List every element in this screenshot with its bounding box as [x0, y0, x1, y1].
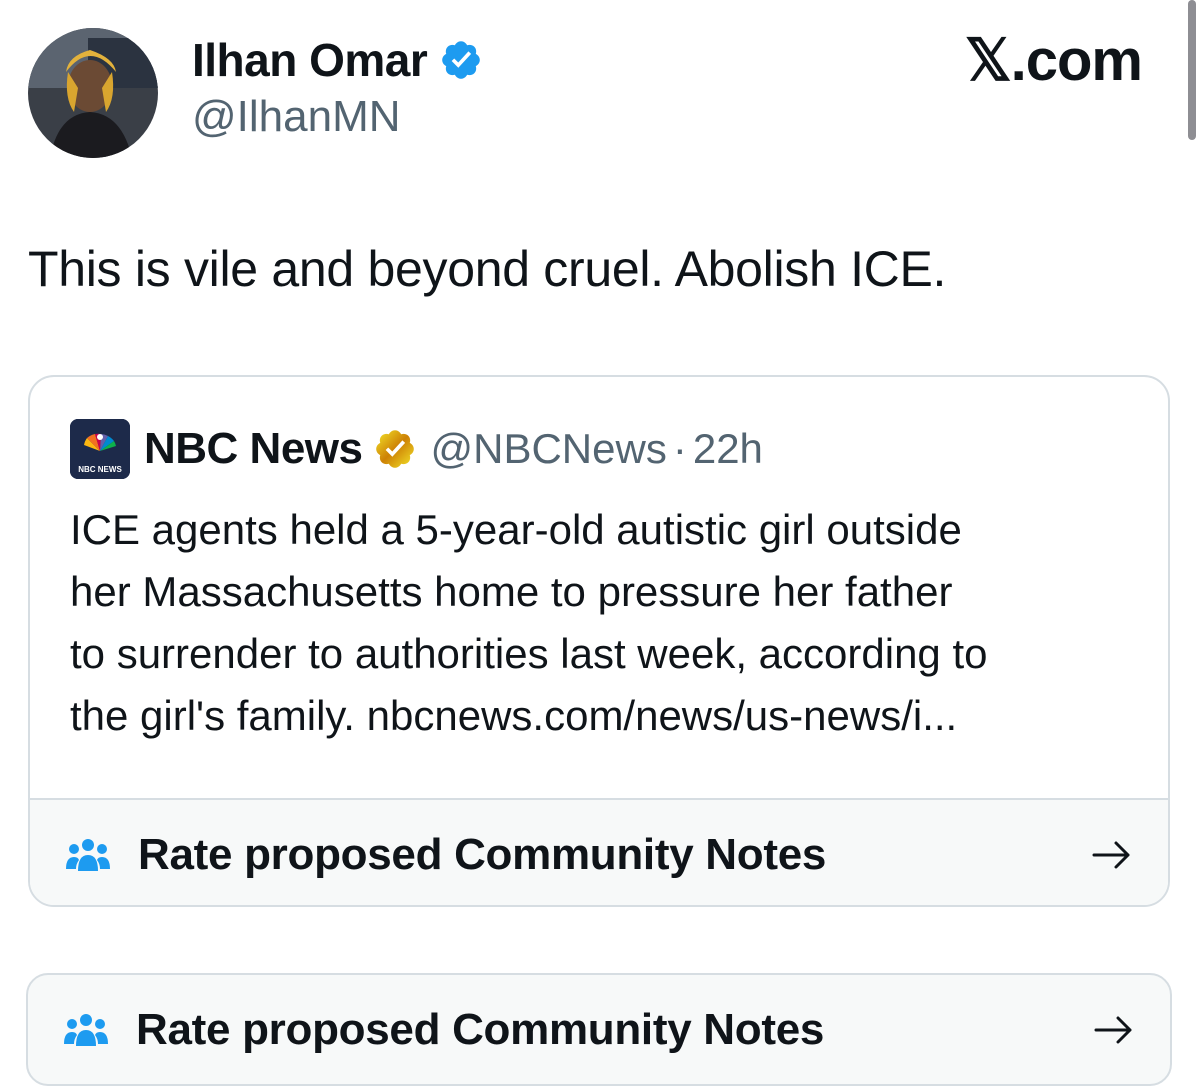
people-icon — [66, 837, 110, 873]
author-avatar[interactable] — [28, 28, 158, 158]
quoted-tweet-line: ICE agents held a 5-year-old autistic gi… — [70, 506, 962, 553]
quoted-tweet-line: her Massachusetts home to pressure her f… — [70, 568, 953, 615]
quoted-tweet-header: NBC NEWS NBC News @NBCNews · 22h — [70, 419, 763, 479]
nbc-logo-icon[interactable]: NBC NEWS — [70, 419, 130, 479]
quoted-community-notes-button[interactable]: Rate proposed Community Notes — [30, 798, 1168, 905]
quoted-tweet-handle[interactable]: @NBCNews — [431, 425, 667, 473]
quoted-tweet-source-name[interactable]: NBC News — [144, 424, 363, 474]
quoted-tweet-timestamp[interactable]: 22h — [693, 425, 763, 473]
verified-badge-icon — [439, 38, 483, 82]
community-notes-button[interactable]: Rate proposed Community Notes — [26, 973, 1172, 1086]
author-name[interactable]: Ilhan Omar — [192, 33, 428, 87]
community-notes-label: Rate proposed Community Notes — [136, 1004, 825, 1054]
site-label: 𝕏.com — [964, 28, 1143, 93]
scrollbar-thumb[interactable] — [1188, 0, 1196, 140]
arrow-right-icon — [1092, 839, 1132, 871]
scrollbar[interactable] — [1184, 0, 1200, 150]
quoted-tweet-line[interactable]: the girl's family. nbcnews.com/news/us-n… — [70, 685, 1150, 747]
verified-gold-badge-icon — [373, 427, 417, 471]
quoted-tweet-line: to surrender to authorities last week, a… — [70, 630, 988, 677]
separator-dot: · — [672, 425, 687, 472]
arrow-right-icon — [1094, 1014, 1134, 1046]
quoted-tweet-body: ICE agents held a 5-year-old autistic gi… — [70, 499, 1150, 747]
nbc-logo-text: NBC NEWS — [78, 465, 122, 474]
quoted-tweet-card[interactable]: NBC NEWS NBC News @NBCNews · 22h ICE age — [28, 375, 1170, 907]
author-handle[interactable]: @IlhanMN — [192, 92, 401, 142]
community-notes-label: Rate proposed Community Notes — [138, 829, 827, 879]
author-name-row[interactable]: Ilhan Omar — [192, 30, 483, 90]
tweet-text: This is vile and beyond cruel. Abolish I… — [28, 241, 947, 297]
people-icon — [64, 1012, 108, 1048]
